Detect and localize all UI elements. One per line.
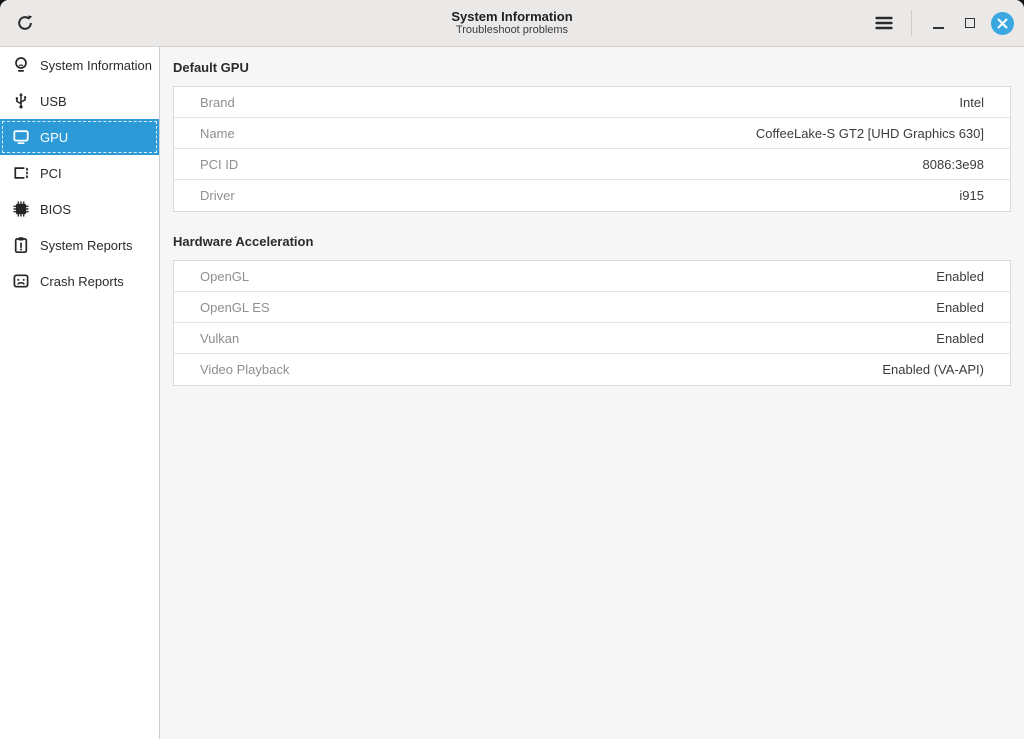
usb-icon <box>12 92 30 110</box>
table-row-video-playback: Video Playback Enabled (VA-API) <box>174 354 1010 385</box>
row-value: Enabled <box>936 269 984 284</box>
crash-face-icon <box>12 272 30 290</box>
chip-icon <box>12 200 30 218</box>
sidebar: System Information USB GPU PCI BIOS Syst… <box>0 47 160 739</box>
row-label: OpenGL <box>200 269 249 284</box>
sidebar-item-crash-reports[interactable]: Crash Reports <box>0 263 159 299</box>
section-title: Hardware Acceleration <box>173 234 1011 250</box>
info-table: OpenGL Enabled OpenGL ES Enabled Vulkan … <box>173 260 1011 386</box>
row-value: Enabled <box>936 331 984 346</box>
table-row-name: Name CoffeeLake-S GT2 [UHD Graphics 630] <box>174 118 1010 149</box>
table-row-pci-id: PCI ID 8086:3e98 <box>174 149 1010 180</box>
refresh-button[interactable] <box>8 7 42 39</box>
window-subtitle: Troubleshoot problems <box>451 24 572 37</box>
section-hardware-acceleration: Hardware Acceleration OpenGL Enabled Ope… <box>173 234 1011 386</box>
main-content: Default GPU Brand Intel Name CoffeeLake-… <box>160 47 1024 739</box>
sidebar-item-label: System Reports <box>40 238 132 253</box>
row-label: Video Playback <box>200 362 289 377</box>
row-value: Enabled <box>936 300 984 315</box>
row-value: CoffeeLake-S GT2 [UHD Graphics 630] <box>756 126 984 141</box>
maximize-icon <box>965 18 975 28</box>
header-separator <box>911 10 912 36</box>
sidebar-item-label: Crash Reports <box>40 274 124 289</box>
row-label: Driver <box>200 188 235 203</box>
minimize-button[interactable] <box>924 9 952 37</box>
row-value: 8086:3e98 <box>923 157 984 172</box>
sidebar-item-usb[interactable]: USB <box>0 83 159 119</box>
row-label: Name <box>200 126 235 141</box>
close-button[interactable] <box>988 9 1016 37</box>
header-controls <box>867 7 1016 39</box>
table-row-opengl: OpenGL Enabled <box>174 261 1010 292</box>
row-label: OpenGL ES <box>200 300 270 315</box>
sidebar-item-label: USB <box>40 94 67 109</box>
close-icon <box>991 12 1014 35</box>
info-table: Brand Intel Name CoffeeLake-S GT2 [UHD G… <box>173 86 1011 212</box>
sidebar-item-label: PCI <box>40 166 62 181</box>
sidebar-item-label: BIOS <box>40 202 71 217</box>
sidebar-item-pci[interactable]: PCI <box>0 155 159 191</box>
table-row-driver: Driver i915 <box>174 180 1010 211</box>
section-title: Default GPU <box>173 60 1011 76</box>
window-title: System Information <box>451 9 572 24</box>
sidebar-item-system-information[interactable]: System Information <box>0 47 159 83</box>
table-row-opengl-es: OpenGL ES Enabled <box>174 292 1010 323</box>
sidebar-item-system-reports[interactable]: System Reports <box>0 227 159 263</box>
bulb-icon <box>12 56 30 74</box>
refresh-icon <box>15 13 35 33</box>
row-label: PCI ID <box>200 157 238 172</box>
window-title-block: System Information Troubleshoot problems <box>451 9 572 37</box>
row-label: Brand <box>200 95 235 110</box>
row-value: Enabled (VA-API) <box>882 362 984 377</box>
minimize-icon <box>933 27 944 29</box>
sidebar-item-bios[interactable]: BIOS <box>0 191 159 227</box>
row-label: Vulkan <box>200 331 239 346</box>
maximize-button[interactable] <box>956 9 984 37</box>
app-window: System Information Troubleshoot problems <box>0 0 1024 739</box>
sidebar-item-label: GPU <box>40 130 68 145</box>
app-body: System Information USB GPU PCI BIOS Syst… <box>0 47 1024 739</box>
sidebar-item-label: System Information <box>40 58 152 73</box>
table-row-vulkan: Vulkan Enabled <box>174 323 1010 354</box>
table-row-brand: Brand Intel <box>174 87 1010 118</box>
clipboard-report-icon <box>12 236 30 254</box>
row-value: Intel <box>959 95 984 110</box>
hamburger-menu-icon <box>874 13 894 33</box>
header-bar: System Information Troubleshoot problems <box>0 0 1024 47</box>
row-value: i915 <box>959 188 984 203</box>
display-icon <box>12 128 30 146</box>
pci-card-icon <box>12 164 30 182</box>
sidebar-item-gpu[interactable]: GPU <box>0 119 159 155</box>
section-default-gpu: Default GPU Brand Intel Name CoffeeLake-… <box>173 60 1011 212</box>
menu-button[interactable] <box>867 7 901 39</box>
